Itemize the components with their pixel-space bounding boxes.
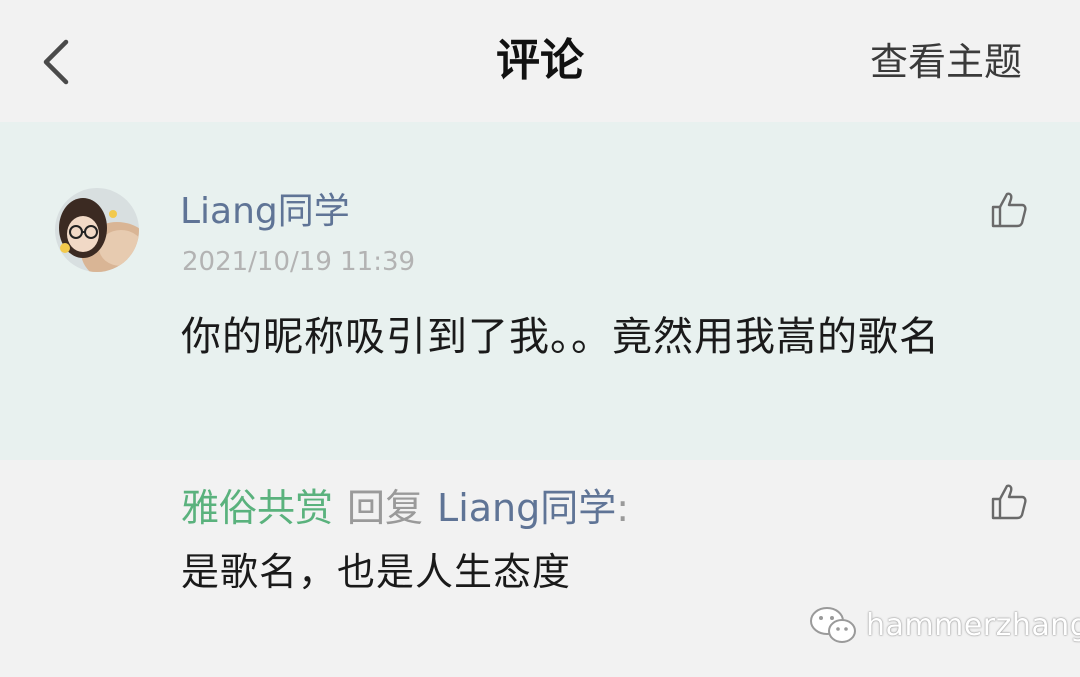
view-topic-button[interactable]: 查看主题 xyxy=(870,38,1022,86)
header-bar: 评论 查看主题 xyxy=(0,0,1080,122)
reply-colon: : xyxy=(616,486,630,530)
reply-text: 是歌名，也是人生态度 xyxy=(181,550,572,594)
author-name[interactable]: Liang同学 xyxy=(180,190,350,234)
avatar-image xyxy=(55,188,139,272)
reply-target-name[interactable]: Liang同学 xyxy=(437,486,616,530)
watermark: hammerzhang xyxy=(808,604,1080,646)
comment-detail-screen: 评论 查看主题 Liang同学 2021/10/19 11:39 你的昵称吸引到… xyxy=(0,0,1080,677)
comment-timestamp: 2021/10/19 11:39 xyxy=(182,247,416,277)
highlighted-comment: Liang同学 2021/10/19 11:39 你的昵称吸引到了我。。竟然用我… xyxy=(0,122,1080,460)
comment-like-button[interactable] xyxy=(989,190,1029,230)
reply-like-button[interactable] xyxy=(989,482,1029,522)
watermark-text: hammerzhang xyxy=(866,607,1080,643)
comment-text: 你的昵称吸引到了我。。竟然用我嵩的歌名 xyxy=(181,314,940,360)
reply-label: 回复 xyxy=(347,486,424,530)
avatar[interactable] xyxy=(55,188,139,272)
thumbs-up-icon xyxy=(991,484,1027,520)
replier-name[interactable]: 雅俗共赏 xyxy=(181,486,333,530)
wechat-icon xyxy=(810,607,856,643)
thumbs-up-icon xyxy=(991,192,1027,228)
reply-header: 雅俗共赏 回复 Liang同学: xyxy=(181,482,629,534)
